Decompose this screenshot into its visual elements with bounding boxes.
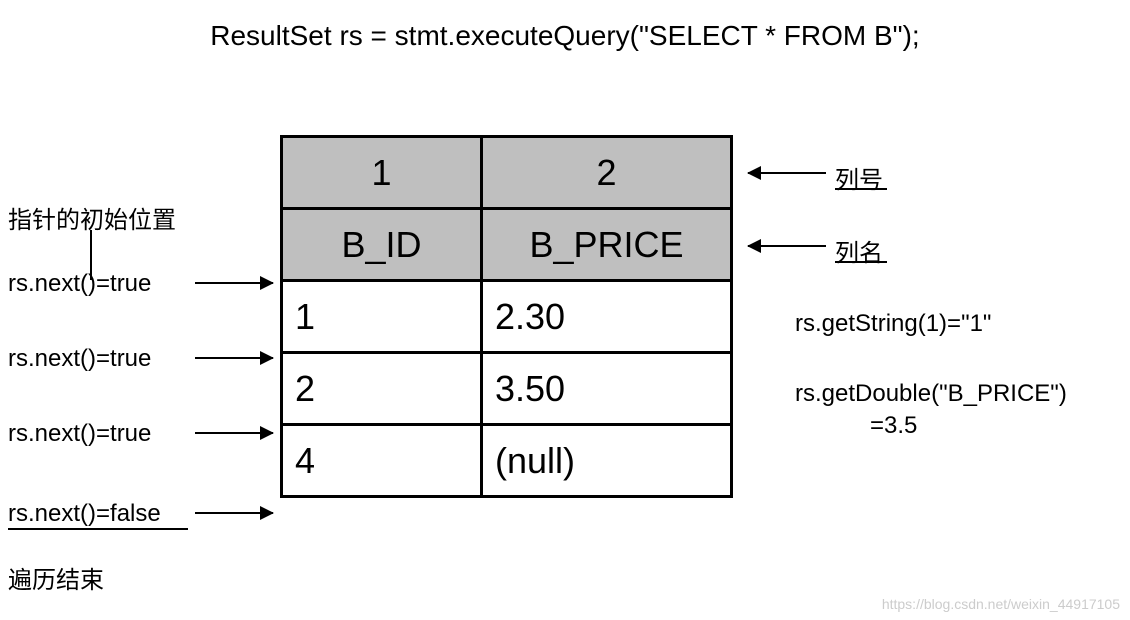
- arrow-row3: [195, 512, 273, 514]
- arrow-col-name: [748, 245, 826, 247]
- underline-colname: [835, 261, 887, 263]
- connector-line: [90, 230, 92, 280]
- getdouble-label-1: rs.getDouble("B_PRICE"): [795, 380, 1067, 408]
- arrow-row1: [195, 357, 273, 359]
- underline-false: [8, 528, 188, 530]
- col-name-1: B_ID: [282, 209, 482, 281]
- getstring-label: rs.getString(1)="1": [795, 310, 991, 338]
- data-row-1: 1 2.30: [282, 281, 732, 353]
- col-index-2: 2: [482, 137, 732, 209]
- rsnext-true-1: rs.next()=true: [8, 270, 151, 298]
- watermark: https://blog.csdn.net/weixin_44917105: [882, 596, 1120, 612]
- resultset-table: 1 2 B_ID B_PRICE 1 2.30 2 3.50 4 (null): [280, 135, 733, 498]
- arrow-row2: [195, 432, 273, 434]
- code-title: ResultSet rs = stmt.executeQuery("SELECT…: [0, 20, 1130, 52]
- column-name-row: B_ID B_PRICE: [282, 209, 732, 281]
- cell-r3c1: 4: [282, 425, 482, 497]
- col-name-2: B_PRICE: [482, 209, 732, 281]
- rsnext-true-3: rs.next()=true: [8, 420, 151, 448]
- cell-r2c2: 3.50: [482, 353, 732, 425]
- cell-r1c2: 2.30: [482, 281, 732, 353]
- data-row-3: 4 (null): [282, 425, 732, 497]
- initial-position-label: 指针的初始位置: [8, 200, 176, 235]
- underline-colindex: [835, 188, 887, 190]
- cell-r2c1: 2: [282, 353, 482, 425]
- cell-r3c2: (null): [482, 425, 732, 497]
- rsnext-true-2: rs.next()=true: [8, 345, 151, 373]
- column-index-row: 1 2: [282, 137, 732, 209]
- end-label: 遍历结束: [8, 560, 104, 595]
- col-index-1: 1: [282, 137, 482, 209]
- arrow-col-index: [748, 172, 826, 174]
- cell-r1c1: 1: [282, 281, 482, 353]
- rsnext-false: rs.next()=false: [8, 500, 161, 528]
- arrow-row0: [195, 282, 273, 284]
- data-row-2: 2 3.50: [282, 353, 732, 425]
- getdouble-label-2: =3.5: [870, 412, 917, 440]
